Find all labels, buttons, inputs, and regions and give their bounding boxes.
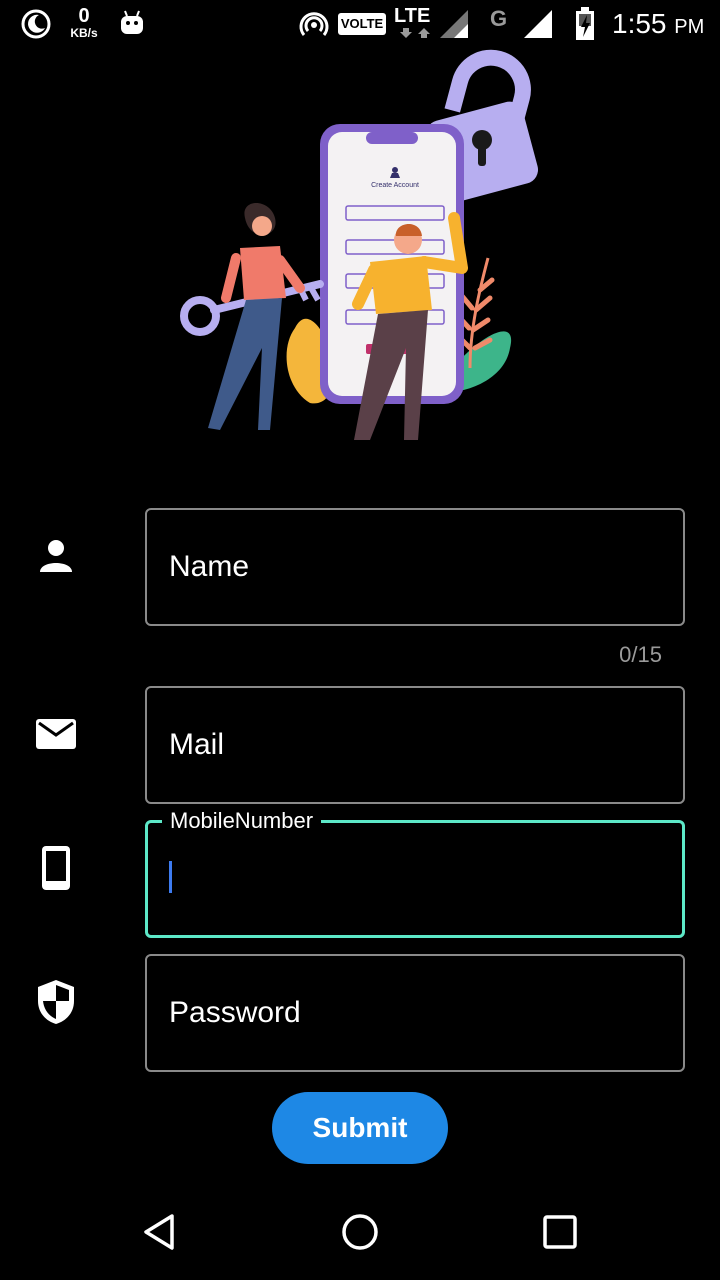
phone-icon — [32, 844, 80, 892]
mail-field[interactable]: Mail — [145, 686, 685, 804]
recents-icon[interactable] — [528, 1200, 592, 1264]
name-field[interactable]: Name — [145, 508, 685, 626]
network-speed-value: 0 — [78, 5, 90, 27]
shield-icon — [32, 978, 80, 1026]
clock: 1:55 PM — [612, 8, 704, 43]
signal-icon-sim1 — [438, 8, 470, 40]
mobile-number-label: MobileNumber — [162, 807, 322, 835]
hotspot-icon — [298, 10, 330, 40]
lte-arrows-icon — [400, 26, 430, 40]
g-network-label: G — [490, 6, 508, 31]
illustration-screen-title: Create Account — [371, 182, 419, 189]
network-speed-unit: KB/s — [70, 26, 98, 40]
woman-with-key-graphic — [180, 203, 324, 430]
network-speed: 0 KB/s — [64, 6, 104, 39]
create-account-illustration: Create Account — [170, 48, 550, 458]
mobile-number-field[interactable]: MobileNumber — [145, 807, 685, 938]
person-icon — [32, 532, 80, 580]
back-icon[interactable] — [128, 1200, 192, 1264]
mail-placeholder: Mail — [169, 728, 225, 761]
home-icon[interactable] — [328, 1200, 392, 1264]
clock-time: 1:55 — [612, 8, 667, 39]
name-char-counter: 0/15 — [619, 642, 662, 667]
night-mode-icon — [20, 8, 52, 40]
lte-label: LTE — [394, 5, 431, 27]
battery-charging-icon — [574, 6, 596, 42]
mail-icon — [32, 710, 80, 758]
submit-button[interactable]: Submit — [272, 1092, 448, 1164]
password-field[interactable]: Password — [145, 954, 685, 1072]
android-icon — [118, 8, 146, 38]
text-caret — [169, 861, 172, 893]
password-placeholder: Password — [169, 996, 301, 1029]
signal-icon-sim2 — [522, 8, 554, 40]
clock-ampm: PM — [674, 16, 705, 38]
volte-badge: VOLTE — [338, 13, 386, 35]
status-bar: 0 KB/s VOLTE LTE G 1:55 PM — [0, 0, 720, 48]
name-placeholder: Name — [169, 550, 250, 583]
